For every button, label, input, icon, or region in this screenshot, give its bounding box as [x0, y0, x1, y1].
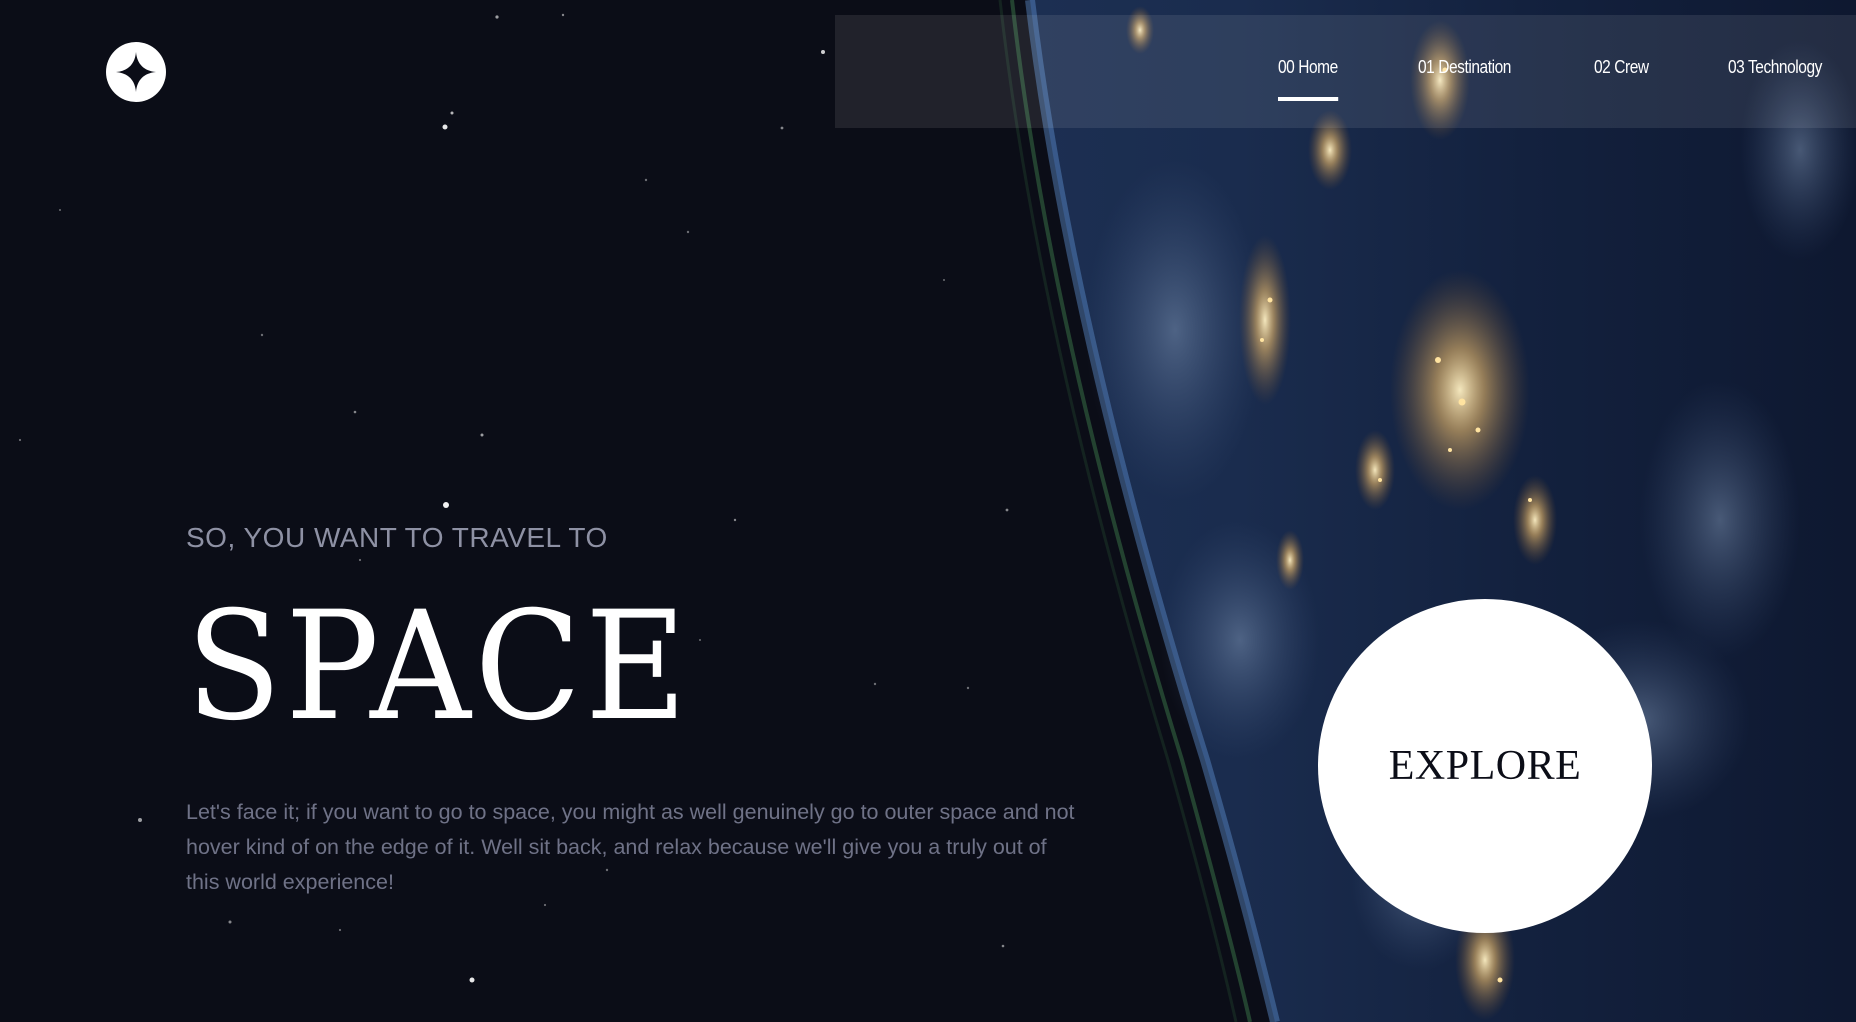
hero-kicker: SO, YOU WANT TO TRAVEL TO: [186, 522, 608, 553]
nav-item-destination[interactable]: 01 Destination: [1418, 57, 1511, 105]
active-indicator: [1278, 97, 1339, 101]
nav-item-label: 01 Destination: [1418, 57, 1511, 77]
nav-item-crew[interactable]: 02 Crew: [1594, 57, 1649, 105]
explore-button-label: EXPLORE: [1388, 743, 1582, 789]
explore-button[interactable]: EXPLORE: [1318, 599, 1652, 933]
four-point-star-icon: [116, 52, 156, 92]
nav-item-label: 02 Crew: [1594, 57, 1649, 77]
hero-title: SPACE: [186, 580, 691, 754]
home-page: 00 Home 01 Destination 02 Crew 03 Techno…: [0, 0, 1856, 1022]
nav-item-home[interactable]: 00 Home: [1278, 57, 1338, 105]
nav-item-technology[interactable]: 03 Technology: [1728, 57, 1822, 105]
logo[interactable]: [106, 42, 166, 102]
primary-navigation: 00 Home 01 Destination 02 Crew 03 Techno…: [835, 15, 1856, 128]
nav-item-label: 03 Technology: [1728, 57, 1822, 77]
nav-item-label: 00 Home: [1278, 57, 1338, 77]
hero-description: Let's face it; if you want to go to spac…: [186, 800, 1075, 894]
